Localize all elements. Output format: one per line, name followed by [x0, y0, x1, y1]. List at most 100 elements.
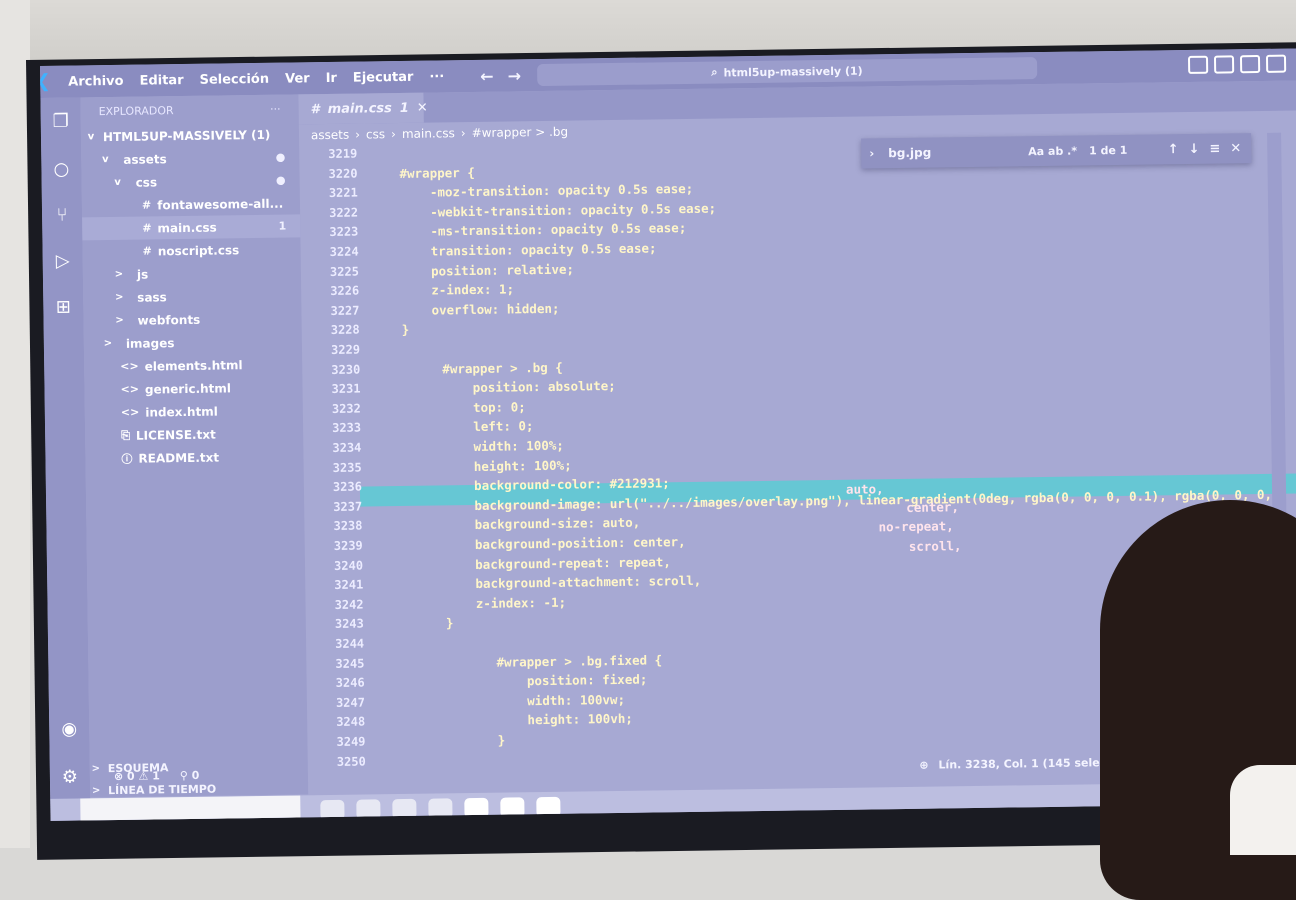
vscode-logo-icon: ❮ — [40, 71, 54, 93]
menu-editar[interactable]: Editar — [139, 72, 183, 88]
explorer-item[interactable]: vassets● — [81, 145, 299, 171]
menu-seleccion[interactable]: Selección — [199, 71, 269, 87]
line-number: 3221 — [329, 186, 358, 200]
chevron-right-icon: › — [355, 128, 360, 142]
find-input[interactable]: bg.jpg — [888, 144, 1018, 160]
close-icon[interactable]: ✕ — [1230, 141, 1241, 156]
code-line: width: 100%; — [413, 438, 564, 460]
explorer-item[interactable]: <>index.html — [85, 398, 303, 424]
run-debug-icon[interactable]: ▷ — [51, 250, 75, 274]
breadcrumb-main-css[interactable]: main.css — [402, 126, 455, 141]
explorer-item-label: generic.html — [145, 381, 231, 396]
tab-problem-count: 1 — [400, 100, 409, 115]
code-line: z-index: -1; — [415, 595, 566, 617]
file-type-icon: ⓘ — [121, 450, 132, 466]
close-icon[interactable]: ✕ — [417, 100, 428, 115]
menu-more[interactable]: ··· — [429, 69, 444, 84]
source-control-icon[interactable]: ⑂ — [50, 204, 74, 228]
explorer-item[interactable]: ⓘ README.txt — [85, 444, 303, 470]
code-line: top: 0; — [413, 399, 526, 421]
menu-ir[interactable]: Ir — [326, 70, 337, 85]
chevron-right-icon: > — [102, 338, 114, 349]
breadcrumb-selector[interactable]: #wrapper > .bg — [472, 125, 569, 140]
toggle-sidebar-icon[interactable] — [1188, 56, 1208, 74]
explorer-item[interactable]: ⎘LICENSE.txt — [85, 421, 303, 447]
back-arrow-icon[interactable]: ← — [480, 66, 494, 85]
chevron-right-icon[interactable]: › — [869, 146, 874, 160]
toggle-panel-icon[interactable] — [1214, 55, 1234, 73]
explorer-item[interactable]: #fontawesome-all... — [82, 191, 300, 217]
line-number: 3222 — [329, 205, 358, 219]
find-match-count: 1 de 1 — [1089, 143, 1127, 157]
explorer-header: EXPLORADOR ··· — [80, 94, 298, 125]
line-number: 3226 — [330, 284, 359, 298]
zoom-icon[interactable]: ⊕ — [919, 758, 928, 771]
file-type-icon: ⎘ — [121, 428, 130, 442]
line-number: 3231 — [332, 382, 361, 396]
status-problems[interactable]: ⊗ 0 ⚠ 1 — [114, 769, 160, 783]
find-options[interactable]: Aa ab .* — [1028, 144, 1077, 158]
explorer-item[interactable]: > webfonts — [83, 306, 301, 332]
explorer-item-label: index.html — [145, 404, 218, 419]
modified-badge: ● — [276, 151, 286, 164]
line-number: 3219 — [328, 147, 357, 161]
explorer-item[interactable]: #noscript.css — [82, 237, 300, 263]
line-number: 3228 — [331, 323, 360, 337]
code-line: overflow: hidden; — [401, 301, 559, 323]
breadcrumb-css[interactable]: css — [366, 127, 385, 141]
code-line: position: absolute; — [412, 378, 615, 401]
explorer-item[interactable]: #main.css1 — [82, 214, 300, 240]
breadcrumb-assets[interactable]: assets — [311, 128, 349, 143]
code-line: #wrapper > .bg { — [412, 359, 563, 381]
arrow-up-icon[interactable]: ↑ — [1168, 142, 1179, 157]
menu-ejecutar[interactable]: Ejecutar — [353, 69, 414, 85]
menu-archivo[interactable]: Archivo — [68, 73, 124, 89]
toggle-secondary-sidebar-icon[interactable] — [1240, 55, 1260, 73]
layout-controls — [1188, 55, 1286, 74]
search-icon: ⌕ — [711, 66, 717, 80]
taskbar-search-box[interactable] — [80, 795, 300, 820]
chevron-right-icon: > — [113, 269, 125, 280]
customize-layout-icon[interactable] — [1266, 55, 1286, 73]
search-sidebar-icon[interactable]: ○ — [49, 158, 73, 182]
explorer-icon[interactable]: ❐ — [49, 110, 73, 134]
forward-arrow-icon[interactable]: → — [507, 66, 521, 85]
tab-main-css[interactable]: # main.css 1 ✕ — [298, 93, 423, 125]
explorer-more-button[interactable]: ··· — [270, 102, 281, 115]
chevron-right-icon: > — [113, 315, 125, 326]
line-number: 3238 — [333, 519, 362, 533]
line-number: 3247 — [336, 695, 365, 709]
code-line: background-attachment: scroll, — [415, 573, 701, 597]
code-line: height: 100%; — [414, 457, 572, 479]
find-in-selection-icon[interactable]: ≡ — [1209, 141, 1220, 156]
explorer-item[interactable]: >sass — [83, 283, 301, 309]
line-number: 3225 — [330, 264, 359, 278]
explorer-item[interactable]: <>elements.html — [84, 352, 302, 378]
explorer-item[interactable]: >images — [84, 329, 302, 355]
status-ports[interactable]: ⚲ 0 — [180, 768, 200, 781]
explorer-item-label: assets — [123, 152, 167, 167]
code-line: position: relative; — [401, 261, 574, 283]
arrow-down-icon[interactable]: ↓ — [1188, 141, 1199, 156]
workspace-root[interactable]: v HTML5UP-MASSIVELY (1) — [81, 122, 299, 148]
explorer-item-label: webfonts — [137, 312, 200, 327]
line-number: 3241 — [334, 578, 363, 592]
explorer-item[interactable]: <>generic.html — [84, 375, 302, 401]
file-type-icon: # — [142, 221, 151, 234]
menu-ver[interactable]: Ver — [285, 71, 310, 86]
explorer-item-label: README.txt — [138, 450, 219, 465]
wall-left — [0, 0, 30, 848]
explorer-item[interactable]: >js — [83, 260, 301, 286]
line-number: 3230 — [331, 362, 360, 376]
explorer-item[interactable]: vcss● — [81, 168, 299, 194]
explorer-item-label: sass — [137, 290, 167, 304]
code-line: } — [416, 616, 454, 637]
code-extra-3239: no-repeat, — [878, 518, 953, 534]
code-line: z-index: 1; — [401, 282, 514, 304]
extensions-icon[interactable]: ⊞ — [51, 296, 75, 320]
code-line: } — [437, 733, 505, 754]
breadcrumb: assets › css › main.css › #wrapper > .bg — [311, 123, 568, 145]
account-icon[interactable]: ◉ — [57, 717, 81, 741]
explorer-item-label: main.css — [157, 220, 216, 235]
command-center-search[interactable]: ⌕ html5up-massively (1) — [537, 57, 1037, 86]
